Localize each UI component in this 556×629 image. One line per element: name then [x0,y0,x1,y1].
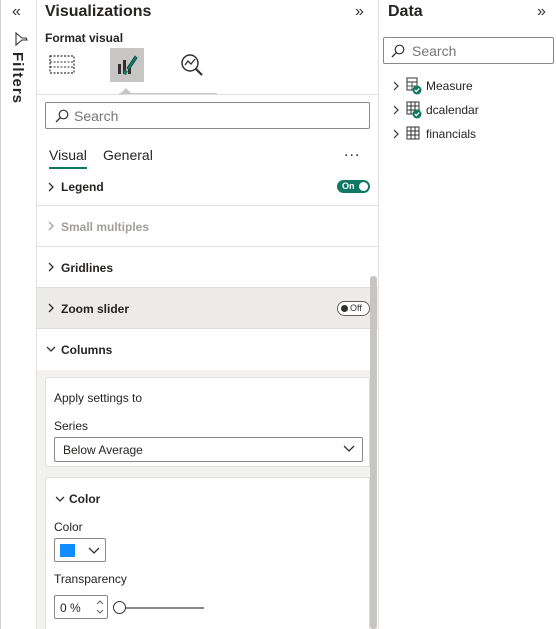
tab-general[interactable]: General [103,147,153,163]
apply-settings-card: Apply settings to Series Below Average [45,377,370,467]
series-label: Series [54,419,89,433]
color-card-title[interactable]: Color [69,492,100,506]
collapse-data-icon[interactable]: » [537,3,546,21]
data-item-measure[interactable]: Measure [393,76,553,96]
visualizations-title: Visualizations [45,3,152,20]
section-columns-label: Columns [61,343,113,357]
data-pane: Data » Measure dcalend [379,0,556,629]
collapse-visualizations-icon[interactable]: » [355,3,364,21]
data-search-box[interactable] [383,37,554,64]
color-picker[interactable] [54,538,106,562]
data-item-label: dcalendar [426,103,479,117]
data-title: Data [388,3,423,20]
toggle-knob [359,182,368,191]
filters-label[interactable]: Filters [9,52,26,104]
legend-toggle-text: On [342,181,355,191]
section-legend[interactable]: Legend On [37,175,379,206]
analytics-button[interactable] [175,48,209,82]
chevron-right-icon [48,303,54,313]
fields-grid-icon [49,55,75,74]
transparency-value: 0 % [60,601,81,615]
table-icon [406,101,422,119]
color-swatch [60,544,75,557]
format-search-input[interactable] [74,108,354,124]
stepper-arrows-icon[interactable] [96,598,104,616]
section-gridlines[interactable]: Gridlines [37,247,379,288]
data-item-financials[interactable]: financials [393,124,553,144]
transparency-stepper[interactable]: 0 % [54,595,108,619]
collapse-filters-icon[interactable]: « [12,3,21,21]
chevron-right-icon[interactable] [393,81,400,91]
chevron-down-icon [46,346,56,352]
chevron-down-icon [343,445,355,452]
chevron-right-icon[interactable] [393,105,400,115]
search-icon [391,44,405,58]
chevron-down-icon[interactable] [55,494,65,504]
funnel-icon [15,32,28,46]
transparency-slider-thumb[interactable] [113,601,126,614]
transparency-slider-track[interactable] [120,607,204,609]
build-visual-button[interactable] [45,48,79,82]
zoom-slider-toggle[interactable]: Off [337,301,370,316]
paintbrush-icon [118,55,138,75]
chevron-down-icon [88,547,100,554]
data-search-input[interactable] [412,43,542,59]
more-options-button[interactable]: ... [344,143,360,161]
color-card: Color Color Transparency 0 % [45,477,370,629]
series-dropdown[interactable]: Below Average [54,437,363,462]
filters-pane[interactable]: « Filters [0,0,37,629]
section-small-multiples[interactable]: Small multiples [37,206,379,247]
pane-scrollbar[interactable] [370,276,377,629]
zoom-slider-toggle-text: Off [350,303,362,313]
chevron-right-icon [48,182,54,192]
data-item-label: Measure [426,79,473,93]
toggle-knob [341,305,348,312]
apply-settings-title: Apply settings to [54,391,143,405]
transparency-label: Transparency [54,572,127,586]
legend-toggle[interactable]: On [337,180,370,193]
format-visual-label: Format visual [45,31,124,45]
section-zoom-slider-label: Zoom slider [61,302,130,316]
header-divider [37,94,379,95]
format-search-box[interactable] [45,102,370,129]
section-columns[interactable]: Columns [37,329,379,370]
section-small-multiples-label: Small multiples [61,220,150,234]
tab-visual[interactable]: Visual [49,147,87,169]
color-label: Color [54,520,83,534]
data-item-label: financials [426,127,477,141]
visualizations-pane: Visualizations » Format visual Search Vi… [37,0,379,629]
analytics-magnifier-icon [181,54,203,76]
format-visual-button[interactable] [110,48,144,82]
table-icon [406,126,420,140]
search-icon [55,109,69,123]
chevron-right-icon [48,262,54,272]
chevron-right-icon[interactable] [393,129,400,139]
section-legend-label: Legend [61,180,104,194]
data-item-dcalendar[interactable]: dcalendar [393,100,553,120]
chevron-right-icon [48,221,54,231]
series-dropdown-value: Below Average [63,443,143,457]
section-gridlines-label: Gridlines [61,261,114,275]
calculator-table-icon [406,77,422,95]
section-zoom-slider[interactable]: Zoom slider Off [37,288,379,329]
